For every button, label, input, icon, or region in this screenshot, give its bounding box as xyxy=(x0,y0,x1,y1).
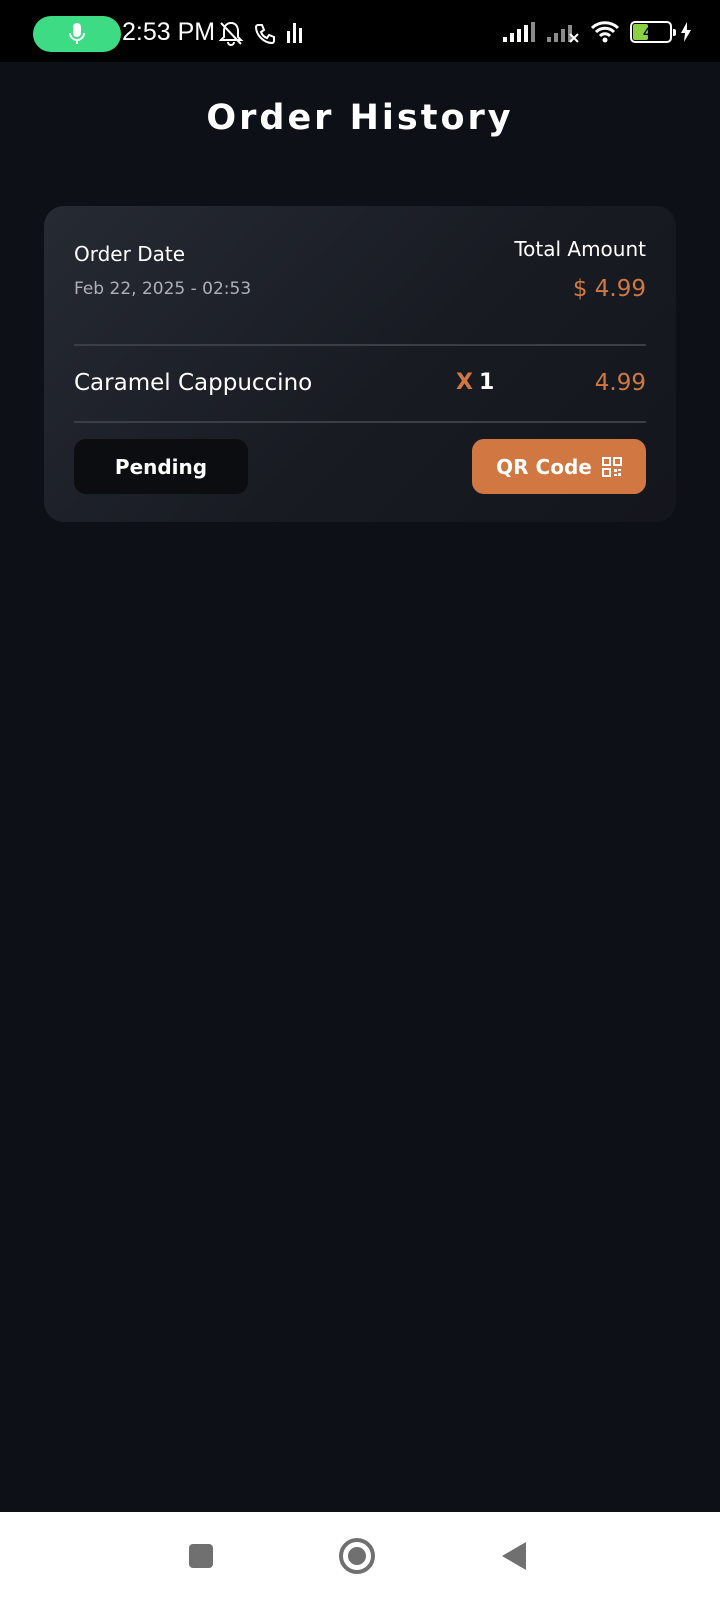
divider xyxy=(74,344,646,346)
notifications-off-icon xyxy=(218,21,244,46)
microphone-icon xyxy=(69,23,85,44)
home-icon xyxy=(339,1538,375,1574)
signal-no-service-icon xyxy=(547,25,579,43)
quantity-prefix: X xyxy=(456,370,473,395)
microphone-indicator[interactable] xyxy=(33,16,121,52)
back-icon xyxy=(502,1542,526,1570)
quantity-value: 1 xyxy=(478,370,495,395)
battery-icon: 40 xyxy=(630,21,676,43)
call-icon xyxy=(254,24,275,44)
charging-icon xyxy=(681,22,691,42)
battery-percent: 40 xyxy=(643,24,659,40)
activity-icon xyxy=(287,23,302,43)
recents-icon xyxy=(189,1544,213,1568)
wifi-icon xyxy=(590,21,620,43)
page-title: Order History xyxy=(206,98,514,138)
status-time: 2:53 PM xyxy=(122,18,216,46)
item-price: 4.99 xyxy=(594,370,646,396)
order-card: Order Date Feb 22, 2025 - 02:53 Total Am… xyxy=(44,206,676,522)
total-amount-label: Total Amount xyxy=(514,237,646,261)
status-bar: 2:53 PM 40 xyxy=(0,0,720,62)
navigation-bar xyxy=(0,1512,720,1600)
item-name: Caramel Cappuccino xyxy=(74,370,313,396)
qr-code-label: QR Code xyxy=(496,454,592,479)
item-quantity: X1 xyxy=(456,370,494,395)
order-date-value: Feb 22, 2025 - 02:53 xyxy=(74,279,252,299)
qr-code-icon xyxy=(601,456,622,477)
divider xyxy=(74,421,646,423)
home-button[interactable] xyxy=(338,1537,376,1575)
back-button[interactable] xyxy=(498,1540,530,1572)
status-label: Pending xyxy=(114,454,208,479)
order-date-label: Order Date xyxy=(74,242,185,266)
signal-icon xyxy=(503,22,535,42)
total-amount-value: $ 4.99 xyxy=(572,276,646,302)
qr-code-button[interactable]: QR Code xyxy=(472,439,646,494)
status-badge[interactable]: Pending xyxy=(74,439,248,494)
recents-button[interactable] xyxy=(185,1540,217,1572)
